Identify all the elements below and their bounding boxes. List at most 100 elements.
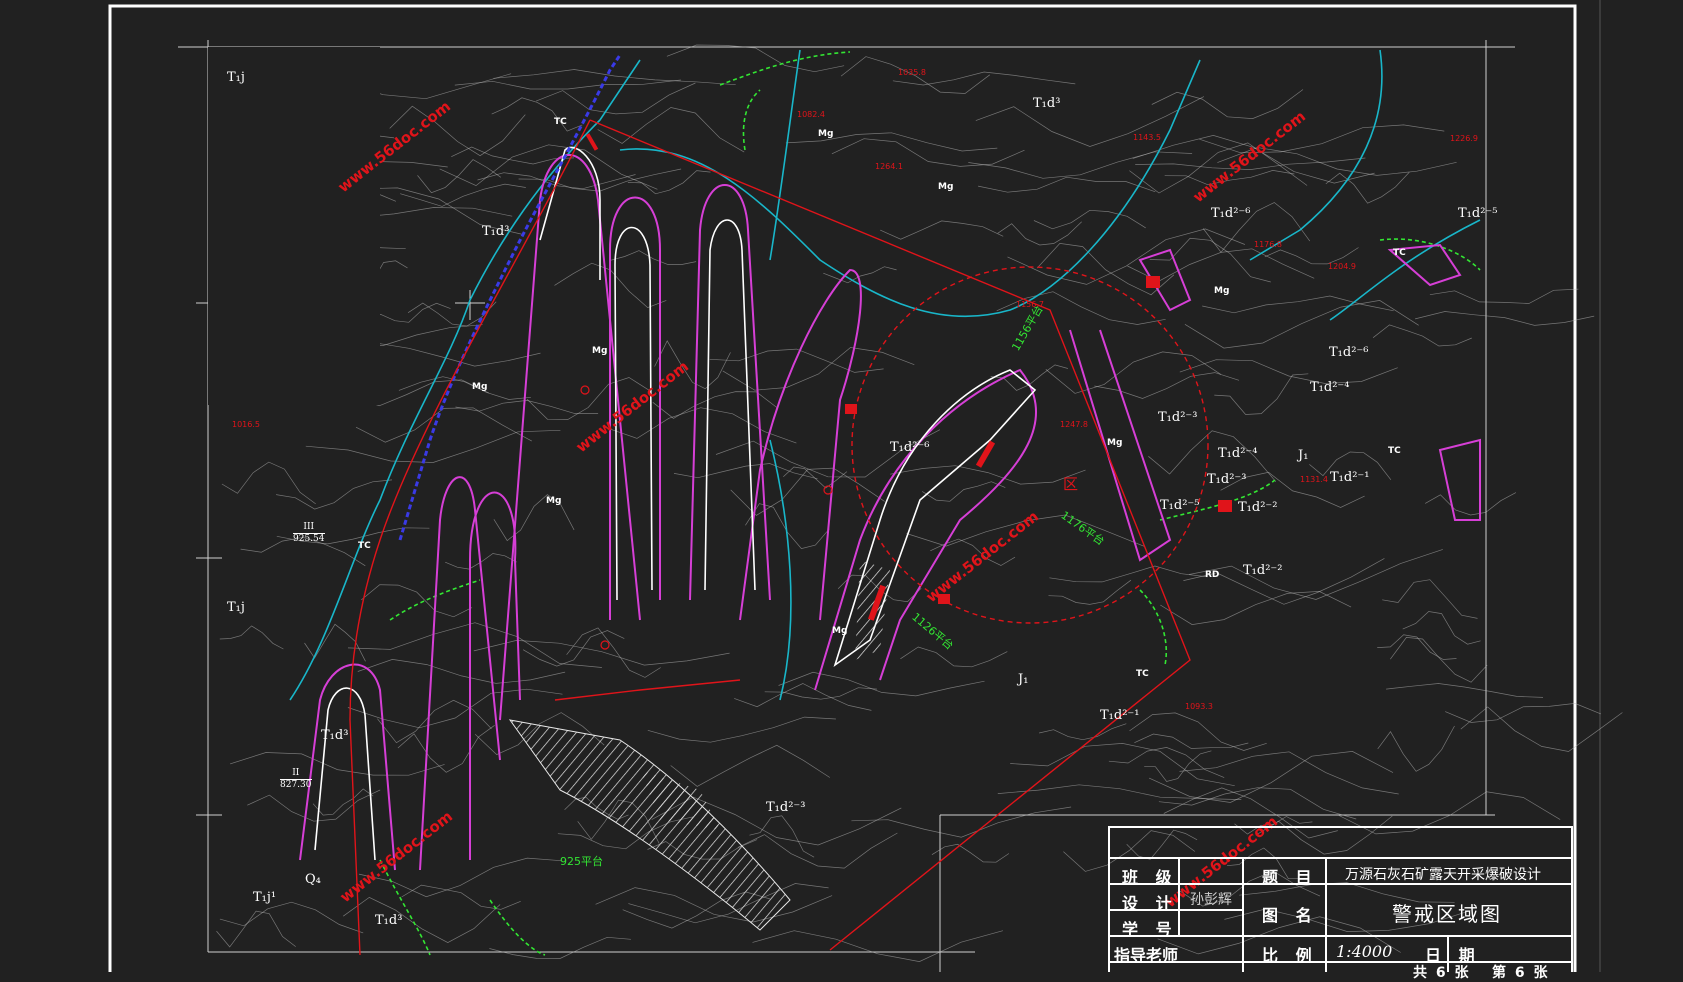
stratum-label: J₁ [1298, 448, 1309, 463]
contour-line [722, 347, 915, 391]
contour-line [1382, 579, 1478, 619]
contour-line [1184, 300, 1419, 349]
contour-line [493, 69, 736, 86]
contour-line [1144, 750, 1212, 782]
subject-value: 万源石灰石矿露天开采爆破设计 [1345, 867, 1541, 883]
drawing-name-label: 图 名 [1262, 906, 1318, 925]
contour-line [1048, 579, 1132, 605]
contour-line [997, 784, 1242, 800]
contour-line [1134, 733, 1249, 749]
contour-line [219, 625, 284, 650]
contour-line [347, 622, 602, 668]
stratum-label: T₁d²⁻³ [766, 800, 806, 815]
contour-line [455, 400, 599, 414]
stratum-label: TC [1136, 669, 1149, 679]
stratum-label: T₁j¹ [253, 890, 277, 905]
contour-line [1151, 89, 1304, 119]
unmapped-area [208, 47, 380, 405]
contour-line [229, 752, 445, 776]
contour-line [1425, 492, 1517, 516]
contour-line [276, 479, 393, 510]
advisor-label: 指导老师 [1114, 946, 1179, 965]
stratum-label: Mg [592, 346, 608, 356]
elevation-label: 1016.5 [232, 420, 260, 429]
stratum-label: T₁d²⁻³ [1207, 472, 1247, 487]
contour-line [219, 901, 364, 934]
contour-line [1372, 324, 1472, 347]
contour-line [931, 843, 1010, 863]
contour-line [1415, 311, 1595, 326]
stratum-label: T₁d²⁻³ [1158, 410, 1198, 425]
sheet-number: 第 6 张 [1492, 965, 1550, 981]
contour-line [566, 627, 661, 678]
scale-value: 1:4000 [1336, 942, 1393, 961]
contour-line [355, 407, 532, 443]
elevation-label: 1082.4 [797, 110, 825, 119]
contour-line [1460, 706, 1623, 752]
contour-line [491, 97, 583, 132]
contour-line [597, 107, 745, 153]
stratum-label: Q₄ [305, 872, 321, 887]
contour-line [535, 82, 696, 115]
stratum-label: Mg [1107, 438, 1123, 448]
stratum-label: Mg [472, 382, 488, 392]
contour-line [1386, 683, 1544, 698]
contour-line [1183, 558, 1385, 605]
design-label: 设 计 [1122, 894, 1178, 913]
contour-line [1214, 373, 1309, 415]
stratum-label: TC [358, 541, 371, 551]
stratum-label: T₁d³ [321, 728, 349, 743]
stratum-label: T₁d³ [1033, 96, 1061, 111]
contour-line [978, 176, 1156, 193]
pit-outline [299, 154, 1481, 871]
contour-line [900, 646, 1008, 668]
sheet-total: 共 6 张 [1413, 965, 1471, 981]
subject-label: 题 目 [1262, 868, 1318, 887]
contour-line [1202, 295, 1394, 314]
contour-line [1129, 712, 1267, 751]
contour-line [880, 220, 1004, 240]
scale-label: 比 例 [1262, 946, 1318, 965]
stratum-label: TC [1393, 248, 1406, 258]
contour-line [783, 466, 848, 489]
contour-line [304, 623, 366, 662]
contour-line [968, 151, 1193, 179]
elevation-label: 1176.8 [1254, 240, 1282, 249]
contour-line [647, 716, 836, 743]
contour-line [1429, 288, 1579, 304]
green-lines [379, 51, 1481, 956]
contour-line [357, 659, 566, 684]
bench-label-925: 925平台 [560, 855, 603, 868]
stratum-label: T₁d²⁻² [1238, 500, 1278, 515]
contour-line [975, 96, 1205, 147]
bench-crest [314, 146, 1037, 861]
stratum-label: T₁d²⁻⁴ [1218, 446, 1258, 461]
contour-line [1179, 359, 1398, 384]
contour-line [454, 79, 681, 90]
elevation-label: 1247.8 [1060, 420, 1088, 429]
contour-line [1148, 751, 1394, 803]
stratum-label: T₁d²⁻⁴ [1310, 380, 1350, 395]
stratum-label: T₁d²⁻⁵ [1458, 206, 1498, 221]
contour-line [377, 699, 492, 744]
elevation-label: 1204.9 [1328, 262, 1356, 271]
contour-line [397, 725, 495, 773]
contour-line [1199, 124, 1445, 154]
elevation-label: 1226.9 [1450, 134, 1478, 143]
section-marker-ii: II 827.30 [280, 768, 312, 790]
contour-line [400, 183, 526, 207]
contour-line [1325, 171, 1410, 204]
contour-line [610, 250, 697, 265]
contour-line [666, 44, 845, 73]
stratum-label: TC [1388, 446, 1401, 456]
contour-line [221, 461, 316, 505]
section-marker-iii: III 925.54 [293, 522, 325, 544]
contour-line [398, 376, 531, 400]
stratum-label: T₁d²⁻¹ [1330, 470, 1370, 485]
stratum-label: Mg [546, 496, 562, 506]
stratum-label: T₁d²⁻⁶ [1329, 345, 1369, 360]
stratum-label: T₁d²⁻⁶ [890, 440, 930, 455]
contour-line [851, 806, 1072, 838]
dump-hatch [508, 719, 791, 931]
contour-line [1189, 549, 1443, 600]
